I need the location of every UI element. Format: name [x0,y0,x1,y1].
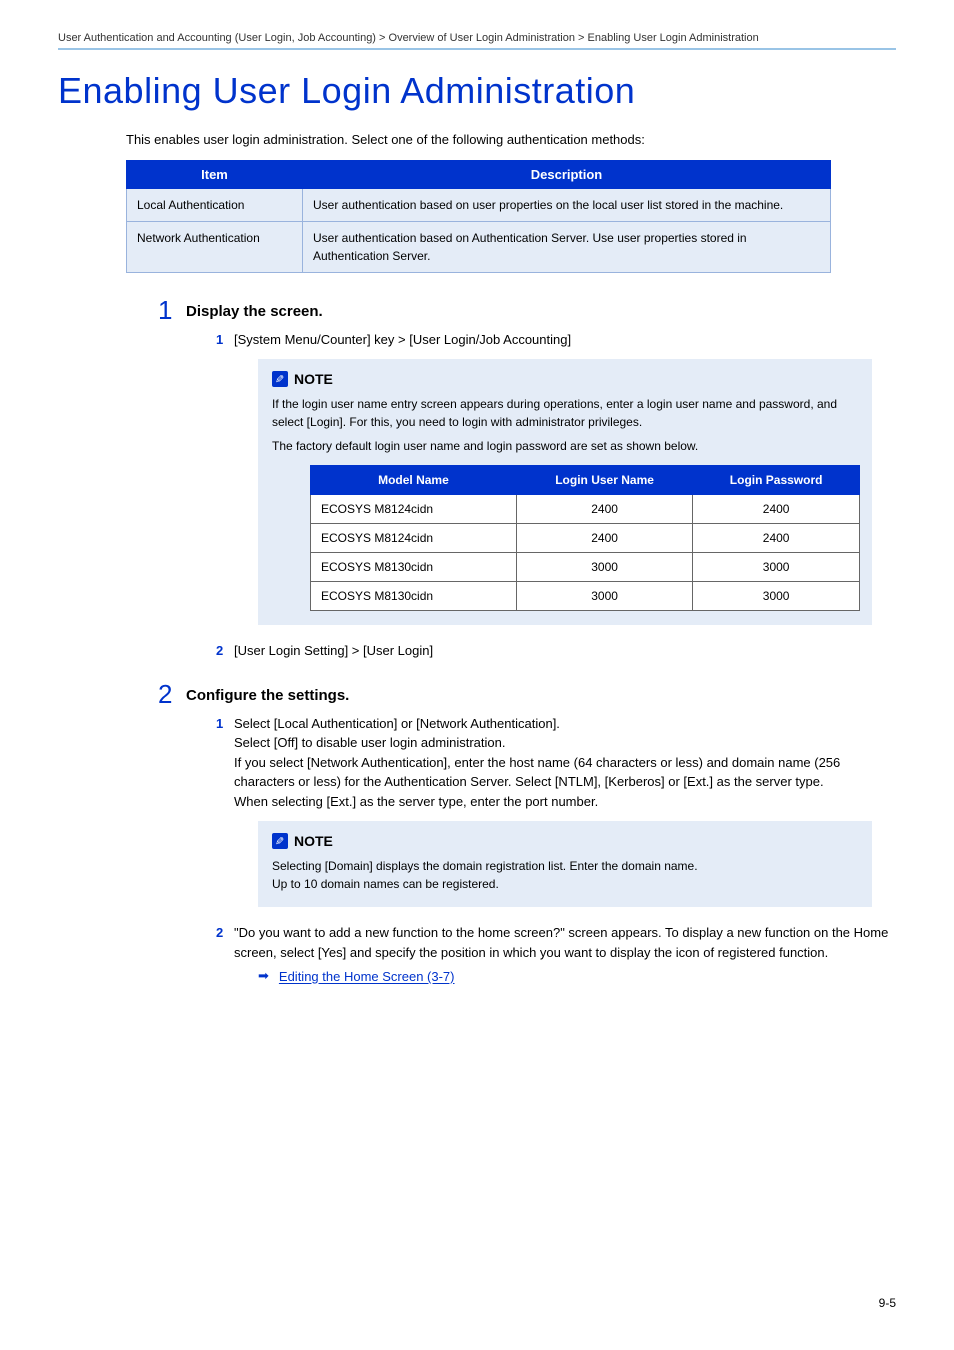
substep-text: [System Menu/Counter] key > [User Login/… [234,332,571,347]
table-header-desc: Description [303,160,831,188]
substep-text-line: When selecting [Ext.] as the server type… [234,792,896,812]
cell-pass: 2400 [693,524,860,553]
substep-text-line: Select [Local Authentication] or [Networ… [234,714,896,734]
substep-text: [User Login Setting] > [User Login] [234,643,433,658]
intro-text: This enables user login administration. … [126,130,896,150]
cell-user: 3000 [516,582,692,611]
substep-number: 2 [216,923,223,943]
cell-model: ECOSYS M8130cidn [311,553,517,582]
cell-user: 3000 [516,553,692,582]
cell-model: ECOSYS M8124cidn [311,524,517,553]
cross-reference-link[interactable]: Editing the Home Screen (3-7) [279,969,455,984]
th-pass: Login Password [693,466,860,495]
step1-sub2: 2 [User Login Setting] > [User Login] [234,641,896,661]
cell-desc: User authentication based on user proper… [303,188,831,221]
cell-model: ECOSYS M8124cidn [311,495,517,524]
breadcrumb: User Authentication and Accounting (User… [58,32,896,44]
th-user: Login User Name [516,466,692,495]
step-title: Display the screen. [186,303,896,320]
cell-user: 2400 [516,524,692,553]
cell-pass: 2400 [693,495,860,524]
divider-top [58,48,896,50]
table-row: Local Authentication User authentication… [127,188,831,221]
table-row: ECOSYS M8130cidn 3000 3000 [311,582,860,611]
note-text: The factory default login user name and … [272,437,858,455]
note-icon [272,371,288,387]
cell-item: Network Authentication [127,221,303,272]
step-number-icon: 2 [158,679,172,710]
substep-text-line: Select [Off] to disable user login admin… [234,733,896,753]
table-header-item: Item [127,160,303,188]
cell-user: 2400 [516,495,692,524]
table-row: Network Authentication User authenticati… [127,221,831,272]
auth-methods-table: Item Description Local Authentication Us… [126,160,831,273]
step-number-icon: 1 [158,295,172,326]
substep-number: 1 [216,714,223,734]
table-row: ECOSYS M8130cidn 3000 3000 [311,553,860,582]
note-icon [272,833,288,849]
cell-item: Local Authentication [127,188,303,221]
step2-sub1: 1 Select [Local Authentication] or [Netw… [234,714,896,812]
step-1: 1 Display the screen. [186,303,896,320]
note-text: If the login user name entry screen appe… [272,395,858,431]
cell-pass: 3000 [693,553,860,582]
cell-desc: User authentication based on Authenticat… [303,221,831,272]
note-box-2: NOTE Selecting [Domain] displays the dom… [258,821,872,907]
step-title: Configure the settings. [186,687,896,704]
page-title: Enabling User Login Administration [58,70,896,112]
table-row: ECOSYS M8124cidn 2400 2400 [311,495,860,524]
page-number: 9-5 [879,1296,896,1310]
cell-model: ECOSYS M8130cidn [311,582,517,611]
substep-text: "Do you want to add a new function to th… [234,925,888,960]
login-credentials-table: Model Name Login User Name Login Passwor… [310,465,860,611]
cell-pass: 3000 [693,582,860,611]
substep-number: 2 [216,641,223,661]
note-label: NOTE [294,833,333,849]
step2-sub2: 2 "Do you want to add a new function to … [234,923,896,962]
step1-sub1: 1 [System Menu/Counter] key > [User Logi… [234,330,896,350]
step-2: 2 Configure the settings. [186,687,896,704]
cross-reference-link-row: ➡ Editing the Home Screen (3-7) [258,968,896,984]
substep-text-line: If you select [Network Authentication], … [234,753,896,792]
note-box-1: NOTE If the login user name entry screen… [258,359,872,625]
arrow-right-icon: ➡ [258,968,269,984]
note-label: NOTE [294,371,333,387]
note-text: Selecting [Domain] displays the domain r… [272,857,858,893]
table-row: ECOSYS M8124cidn 2400 2400 [311,524,860,553]
th-model: Model Name [311,466,517,495]
substep-number: 1 [216,330,223,350]
